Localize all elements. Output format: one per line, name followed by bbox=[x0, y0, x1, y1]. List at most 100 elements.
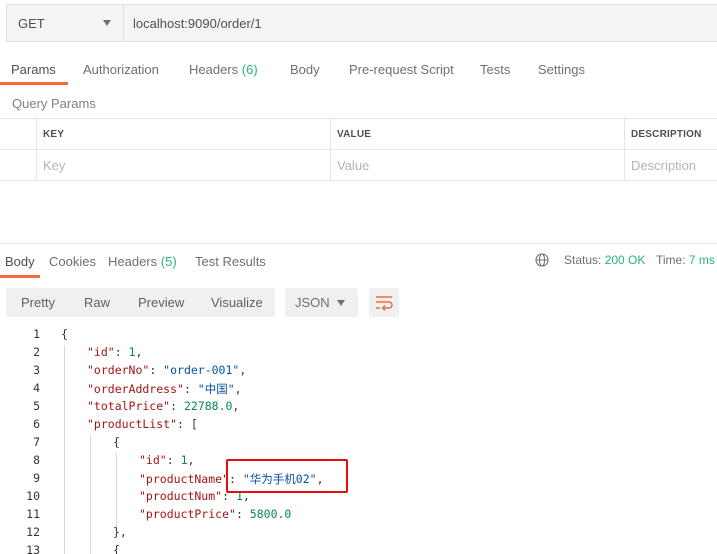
wrap-lines-button[interactable] bbox=[369, 288, 399, 317]
request-url-bar: GET localhost:9090/order/1 bbox=[6, 4, 717, 42]
line-number: 3 bbox=[33, 363, 40, 377]
request-tabs: Params Authorization Headers (6) Body Pr… bbox=[0, 56, 717, 86]
code-line: 10 "productNum": 1, bbox=[0, 489, 717, 507]
tab-label: Authorization bbox=[83, 62, 159, 77]
table-header-row: KEY VALUE DESCRIPTION bbox=[0, 119, 717, 150]
preview-button[interactable]: Preview bbox=[138, 295, 184, 310]
method-label: GET bbox=[18, 16, 45, 31]
tab-headers[interactable]: Headers (6) bbox=[189, 62, 258, 77]
globe-icon[interactable] bbox=[535, 253, 549, 267]
active-tab-indicator bbox=[0, 275, 40, 278]
code-line: 7{ bbox=[0, 435, 717, 453]
tab-response-body[interactable]: Body bbox=[5, 254, 35, 269]
line-number: 7 bbox=[33, 435, 40, 449]
column-header-key: KEY bbox=[36, 119, 330, 150]
chevron-down-icon bbox=[103, 20, 111, 26]
line-number: 2 bbox=[33, 345, 40, 359]
tab-count-badge: (6) bbox=[241, 62, 258, 77]
line-number: 10 bbox=[26, 489, 40, 503]
tab-cookies[interactable]: Cookies bbox=[49, 254, 96, 269]
json-value: "order-001" bbox=[163, 363, 240, 377]
line-number: 13 bbox=[26, 543, 40, 554]
active-tab-indicator bbox=[0, 82, 68, 85]
json-value: 1 bbox=[128, 345, 136, 359]
code-text: "id": 1, bbox=[139, 453, 195, 467]
code-text: "id": 1, bbox=[87, 345, 143, 359]
view-mode-group: Pretty Raw Preview Visualize bbox=[6, 288, 275, 317]
highlight-annotation-box bbox=[226, 459, 348, 493]
line-number: 5 bbox=[33, 399, 40, 413]
tab-response-headers[interactable]: Headers (5) bbox=[108, 254, 177, 269]
json-key: "totalPrice" bbox=[87, 399, 171, 413]
tab-count-badge: (5) bbox=[160, 254, 177, 269]
query-params-title: Query Params bbox=[12, 96, 96, 111]
status-indicator[interactable]: Status: 200 OK bbox=[564, 253, 645, 267]
tab-label: Headers bbox=[189, 62, 239, 77]
line-number: 6 bbox=[33, 417, 40, 431]
code-line: 8 "id": 1, bbox=[0, 453, 717, 471]
column-header-text: VALUE bbox=[337, 129, 372, 140]
raw-button[interactable]: Raw bbox=[84, 295, 110, 310]
tab-label: Headers bbox=[108, 254, 158, 269]
code-text: }, bbox=[113, 525, 127, 539]
pane-divider[interactable] bbox=[0, 243, 717, 244]
tab-pre-request-script[interactable]: Pre-request Script bbox=[349, 62, 454, 77]
response-body-code[interactable]: 1 { 2 "id": 1, 3 "orderNo": "order-001", 4 "… bbox=[0, 327, 717, 554]
code-line: 2 "id": 1, bbox=[0, 345, 717, 363]
visualize-button[interactable]: Visualize bbox=[211, 295, 263, 310]
json-key: "productNum" bbox=[139, 489, 223, 503]
format-select[interactable]: JSON bbox=[285, 288, 358, 317]
format-label: JSON bbox=[295, 295, 330, 310]
code-line: 4 "orderAddress": "中国", bbox=[0, 381, 717, 399]
column-header-text: DESCRIPTION bbox=[631, 129, 702, 140]
tab-params[interactable]: Params bbox=[11, 62, 56, 77]
pretty-button[interactable]: Pretty bbox=[21, 295, 55, 310]
code-line: 5 "totalPrice": 22788.0, bbox=[0, 399, 717, 417]
tab-label: Settings bbox=[538, 62, 585, 77]
tab-label: Test Results bbox=[195, 254, 266, 269]
tab-test-results[interactable]: Test Results bbox=[195, 254, 266, 269]
code-text: { bbox=[113, 435, 120, 449]
json-value: "中国" bbox=[197, 382, 235, 396]
tab-settings[interactable]: Settings bbox=[538, 62, 585, 77]
json-value: 1 bbox=[180, 453, 188, 467]
time-indicator[interactable]: Time: 7 ms bbox=[656, 253, 715, 267]
code-line: 13 { bbox=[0, 543, 717, 554]
tab-label: Body bbox=[5, 254, 35, 269]
line-number: 4 bbox=[33, 381, 40, 395]
time-label: Time: bbox=[656, 253, 686, 267]
value-input[interactable]: Value bbox=[330, 150, 624, 181]
column-header-value: VALUE bbox=[330, 119, 624, 150]
key-input[interactable]: Key bbox=[36, 150, 330, 181]
tab-authorization[interactable]: Authorization bbox=[83, 62, 159, 77]
code-line: 3 "orderNo": "order-001", bbox=[0, 363, 717, 381]
status-value: 200 OK bbox=[604, 253, 646, 267]
json-key: "productName" bbox=[139, 472, 230, 486]
column-header-text: KEY bbox=[43, 129, 65, 140]
method-select[interactable]: GET bbox=[7, 5, 124, 41]
tab-label: Cookies bbox=[49, 254, 96, 269]
code-line: 12}, bbox=[0, 525, 717, 543]
status-label: Status: bbox=[564, 253, 602, 267]
line-number: 12 bbox=[26, 525, 40, 539]
tab-label: Tests bbox=[480, 62, 511, 77]
url-input[interactable]: localhost:9090/order/1 bbox=[133, 16, 262, 31]
json-key: "productList" bbox=[87, 417, 178, 431]
json-key: "productPrice" bbox=[139, 507, 236, 521]
code-text: "orderNo": "order-001", bbox=[87, 363, 247, 377]
tab-label: Body bbox=[290, 62, 320, 77]
chevron-down-icon bbox=[337, 300, 345, 306]
description-placeholder: Description bbox=[631, 158, 697, 173]
line-number: 1 bbox=[33, 327, 40, 341]
description-input[interactable]: Description bbox=[624, 150, 717, 181]
code-text: "totalPrice": 22788.0, bbox=[87, 399, 240, 413]
tab-tests[interactable]: Tests bbox=[480, 62, 510, 77]
key-placeholder: Key bbox=[43, 158, 66, 173]
json-key: "id" bbox=[87, 345, 115, 359]
time-value: 7 ms bbox=[688, 253, 715, 267]
json-key: "orderAddress" bbox=[87, 382, 184, 396]
json-value: 5800.0 bbox=[249, 507, 292, 521]
code-text: "productList": [ bbox=[87, 417, 198, 431]
tab-body[interactable]: Body bbox=[290, 62, 320, 77]
tab-label: Params bbox=[11, 62, 56, 77]
